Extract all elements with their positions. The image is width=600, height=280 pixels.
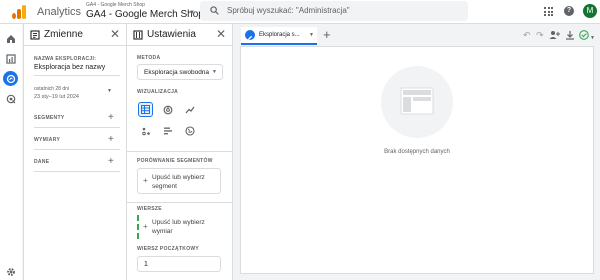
exploration-name-label: NAZWA EKSPLORACJI:: [34, 56, 97, 62]
empty-state-text: Brak dostępnych danych: [384, 149, 450, 155]
divider: [34, 171, 120, 172]
rows-label: WIERSZE: [137, 206, 162, 212]
add-metric-button[interactable]: +: [108, 157, 114, 167]
tab-exploration[interactable]: Eksploracja s... ▼: [241, 27, 317, 45]
segment-comparison-label: PORÓWNANIE SEGMENTÓW: [137, 158, 213, 164]
plus-icon: +: [143, 222, 148, 231]
top-bar: Analytics GA4 - Google Merch Shop GA4 - …: [0, 0, 600, 24]
settings-panel: Ustawienia ✕ METODA Eksploracja swobodna…: [127, 24, 233, 280]
variables-panel-header: Zmienne ✕: [24, 24, 126, 46]
settings-panel-title: Ustawienia: [147, 29, 196, 40]
redo-icon[interactable]: ↷: [536, 30, 544, 40]
dimensions-label: WYMIARY: [34, 137, 61, 143]
undo-icon[interactable]: ↶: [523, 30, 531, 40]
explore-icon[interactable]: [3, 71, 18, 86]
left-nav: [0, 24, 22, 280]
help-icon[interactable]: ?: [564, 6, 574, 16]
chevron-down-icon[interactable]: ▼: [189, 10, 195, 16]
start-row-label: WIERSZ POCZĄTKOWY: [137, 246, 200, 252]
avatar[interactable]: M: [583, 4, 597, 18]
settings-sliders-icon: [133, 30, 143, 40]
exploration-name-field[interactable]: Eksploracja bez nazwy: [34, 64, 105, 71]
empty-table-illustration-icon: [381, 66, 453, 138]
divider: [34, 75, 120, 76]
segment-drop-text: Upuść lub wybierz segment: [152, 174, 205, 190]
bar-chart-icon[interactable]: [160, 123, 175, 138]
close-icon[interactable]: ✕: [110, 28, 120, 40]
rows-drop-text: Upuść lub wybierz wymiar: [152, 219, 205, 235]
search-input[interactable]: Spróbuj wyszukać: "Administracja": [227, 6, 350, 15]
rows-drop-zone[interactable]: + Upuść lub wybierz wymiar: [141, 215, 221, 239]
start-row-value: 1: [144, 261, 148, 268]
chevron-down-icon[interactable]: ▼: [107, 88, 112, 94]
segments-label: SEGMENTY: [34, 115, 65, 121]
date-range-preset[interactable]: ostatnich 28 dni: [34, 86, 69, 92]
app-name: Analytics: [37, 6, 82, 18]
download-icon[interactable]: [565, 30, 575, 42]
variables-panel-title: Zmienne: [44, 29, 83, 40]
segment-drop-zone[interactable]: + Upuść lub wybierz segment: [137, 168, 221, 194]
share-user-icon[interactable]: [549, 30, 560, 42]
method-label: METODA: [137, 55, 161, 61]
settings-icon[interactable]: [5, 266, 17, 278]
exploration-canvas[interactable]: Brak dostępnych danych: [240, 46, 594, 274]
variables-icon: [30, 30, 40, 40]
plus-icon: +: [143, 176, 148, 185]
geo-map-icon[interactable]: [182, 123, 197, 138]
date-range-value[interactable]: 23 sty–19 lut 2024: [34, 94, 79, 100]
property-selector[interactable]: GA4 - Google Merch Shop: [86, 9, 204, 20]
add-dimension-button[interactable]: +: [108, 135, 114, 145]
scatter-icon[interactable]: [138, 123, 153, 138]
method-select[interactable]: Eksploracja swobodna ▼: [137, 64, 223, 80]
divider: [127, 151, 232, 152]
drop-indicator: [137, 215, 139, 239]
search-icon: [210, 6, 219, 15]
apps-grid-icon[interactable]: [544, 7, 553, 16]
visualization-label: WIZUALIZACJA: [137, 89, 179, 95]
search-bar[interactable]: Spróbuj wyszukać: "Administracja": [200, 1, 468, 21]
reports-icon[interactable]: [5, 53, 17, 65]
variables-panel: Zmienne ✕ NAZWA EKSPLORACJI: Eksploracja…: [23, 24, 127, 280]
divider: [34, 149, 120, 150]
line-chart-icon[interactable]: [182, 102, 197, 117]
analytics-logo-icon[interactable]: [12, 5, 28, 19]
advertising-icon[interactable]: [5, 93, 17, 105]
property-subtitle[interactable]: GA4 - Google Merch Shop: [86, 2, 145, 8]
donut-chart-icon[interactable]: [160, 102, 175, 117]
status-check-icon[interactable]: [579, 30, 589, 42]
chevron-down-icon: ▼: [212, 69, 217, 75]
add-segment-button[interactable]: +: [108, 113, 114, 123]
close-icon[interactable]: ✕: [216, 28, 226, 40]
divider: [127, 202, 232, 203]
settings-panel-header: Ustawienia ✕: [127, 24, 232, 46]
tab-label: Eksploracja s...: [259, 32, 300, 38]
start-row-input[interactable]: 1: [137, 256, 221, 272]
home-icon[interactable]: [5, 33, 17, 45]
method-value: Eksploracja swobodna: [144, 69, 210, 76]
chevron-down-icon[interactable]: ▼: [590, 33, 595, 43]
metrics-label: DANE: [34, 159, 50, 165]
chevron-down-icon[interactable]: ▼: [309, 32, 314, 38]
divider: [34, 127, 120, 128]
tab-bar: Eksploracja s... ▼ + ↶ ↷ ▼: [239, 27, 595, 45]
add-tab-button[interactable]: +: [323, 28, 331, 42]
table-icon[interactable]: [138, 102, 153, 117]
edit-pencil-icon: [245, 30, 255, 40]
